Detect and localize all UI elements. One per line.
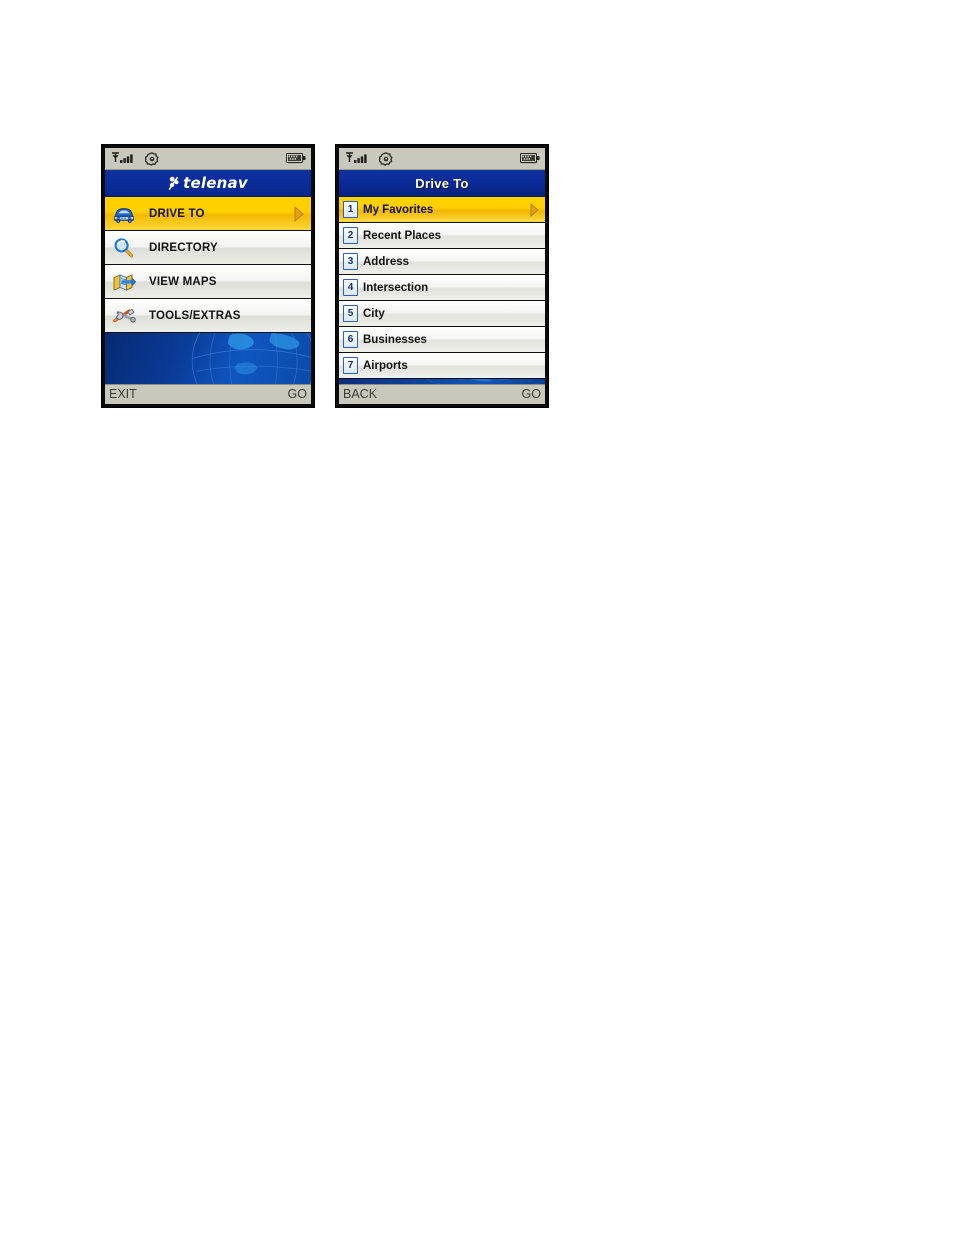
list-item-number: 2 <box>343 227 358 244</box>
globe-splash-strip <box>339 379 545 384</box>
list-item-label: Businesses <box>363 333 427 346</box>
list-item-recent-places[interactable]: 2 Recent Places <box>339 223 545 249</box>
battery-icon <box>520 153 540 164</box>
menu-item-drive-to[interactable]: DRIVE TO <box>105 197 311 231</box>
menu-item-tools-extras[interactable]: TOOLS/EXTRAS <box>105 299 311 333</box>
list-item-airports[interactable]: 7 Airports <box>339 353 545 379</box>
list-item-my-favorites[interactable]: 1 My Favorites <box>339 197 545 223</box>
menu-item-directory[interactable]: DIRECTORY <box>105 231 311 265</box>
menu-item-view-maps[interactable]: VIEW MAPS <box>105 265 311 299</box>
gear-icon <box>379 151 393 166</box>
softkey-left-exit[interactable]: EXIT <box>109 388 137 401</box>
status-bar <box>105 148 311 170</box>
list-item-number: 5 <box>343 305 358 322</box>
softkey-right-go[interactable]: GO <box>288 388 307 401</box>
telenav-logo-mark-icon <box>168 176 180 191</box>
list-item-number: 6 <box>343 331 358 348</box>
status-bar <box>339 148 545 170</box>
softkey-bar: BACK GO <box>339 384 545 404</box>
drive-to-list: 1 My Favorites 2 Recent Places 3 Address… <box>339 197 545 379</box>
main-menu-list: DRIVE TO DIRECTORY VIEW MAPS TOOLS/EXTRA… <box>105 197 311 333</box>
list-item-number: 7 <box>343 357 358 374</box>
magnifier-icon <box>109 237 139 259</box>
softkey-bar: EXIT GO <box>105 384 311 404</box>
phone-screenshot-drive-to: Drive To 1 My Favorites 2 Recent Places … <box>335 144 549 408</box>
tools-icon <box>109 305 139 327</box>
globe-splash-graphic <box>105 333 311 384</box>
list-item-label: Recent Places <box>363 229 441 242</box>
page-title: Drive To <box>415 175 469 191</box>
list-item-label: My Favorites <box>363 203 434 216</box>
phone-screenshot-main-menu: telenav DRIVE TO DIRECTORY VIEW MAPS TOO… <box>101 144 315 408</box>
menu-item-label: TOOLS/EXTRAS <box>149 309 241 322</box>
list-item-label: City <box>363 307 385 320</box>
page-title-bar: Drive To <box>339 170 545 197</box>
menu-item-label: DIRECTORY <box>149 241 218 254</box>
list-item-number: 4 <box>343 279 358 296</box>
list-item-address[interactable]: 3 Address <box>339 249 545 275</box>
list-item-businesses[interactable]: 6 Businesses <box>339 327 545 353</box>
signal-bars-icon <box>344 151 370 166</box>
signal-bars-icon <box>110 151 136 166</box>
chevron-right-icon <box>289 205 311 222</box>
menu-item-label: DRIVE TO <box>149 207 205 220</box>
list-item-label: Intersection <box>363 281 429 294</box>
screen-main-menu: telenav DRIVE TO DIRECTORY VIEW MAPS TOO… <box>105 148 311 404</box>
list-item-number: 3 <box>343 253 358 270</box>
telenav-logo-bar: telenav <box>105 170 311 197</box>
softkey-left-back[interactable]: BACK <box>343 388 377 401</box>
softkey-right-go[interactable]: GO <box>522 388 541 401</box>
folded-map-icon <box>109 272 139 292</box>
chevron-right-icon <box>525 202 545 217</box>
list-item-number: 1 <box>343 201 358 218</box>
telenav-logo-text: telenav <box>183 173 248 192</box>
battery-icon <box>286 153 306 164</box>
list-item-city[interactable]: 5 City <box>339 301 545 327</box>
gear-icon <box>145 151 159 166</box>
screen-drive-to: Drive To 1 My Favorites 2 Recent Places … <box>339 148 545 404</box>
list-item-label: Airports <box>363 359 408 372</box>
list-item-intersection[interactable]: 4 Intersection <box>339 275 545 301</box>
car-icon <box>109 204 139 224</box>
menu-item-label: VIEW MAPS <box>149 275 217 288</box>
list-item-label: Address <box>363 255 410 268</box>
